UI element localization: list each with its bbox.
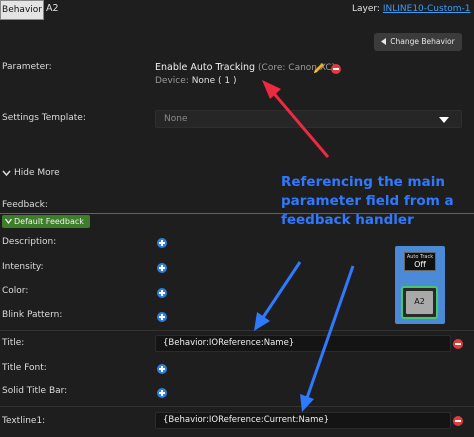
blue-arrow-title: [254, 261, 302, 331]
annotation-arrows: [254, 80, 355, 412]
red-arrow: [262, 80, 330, 158]
blue-arrow-textline1: [300, 265, 355, 412]
